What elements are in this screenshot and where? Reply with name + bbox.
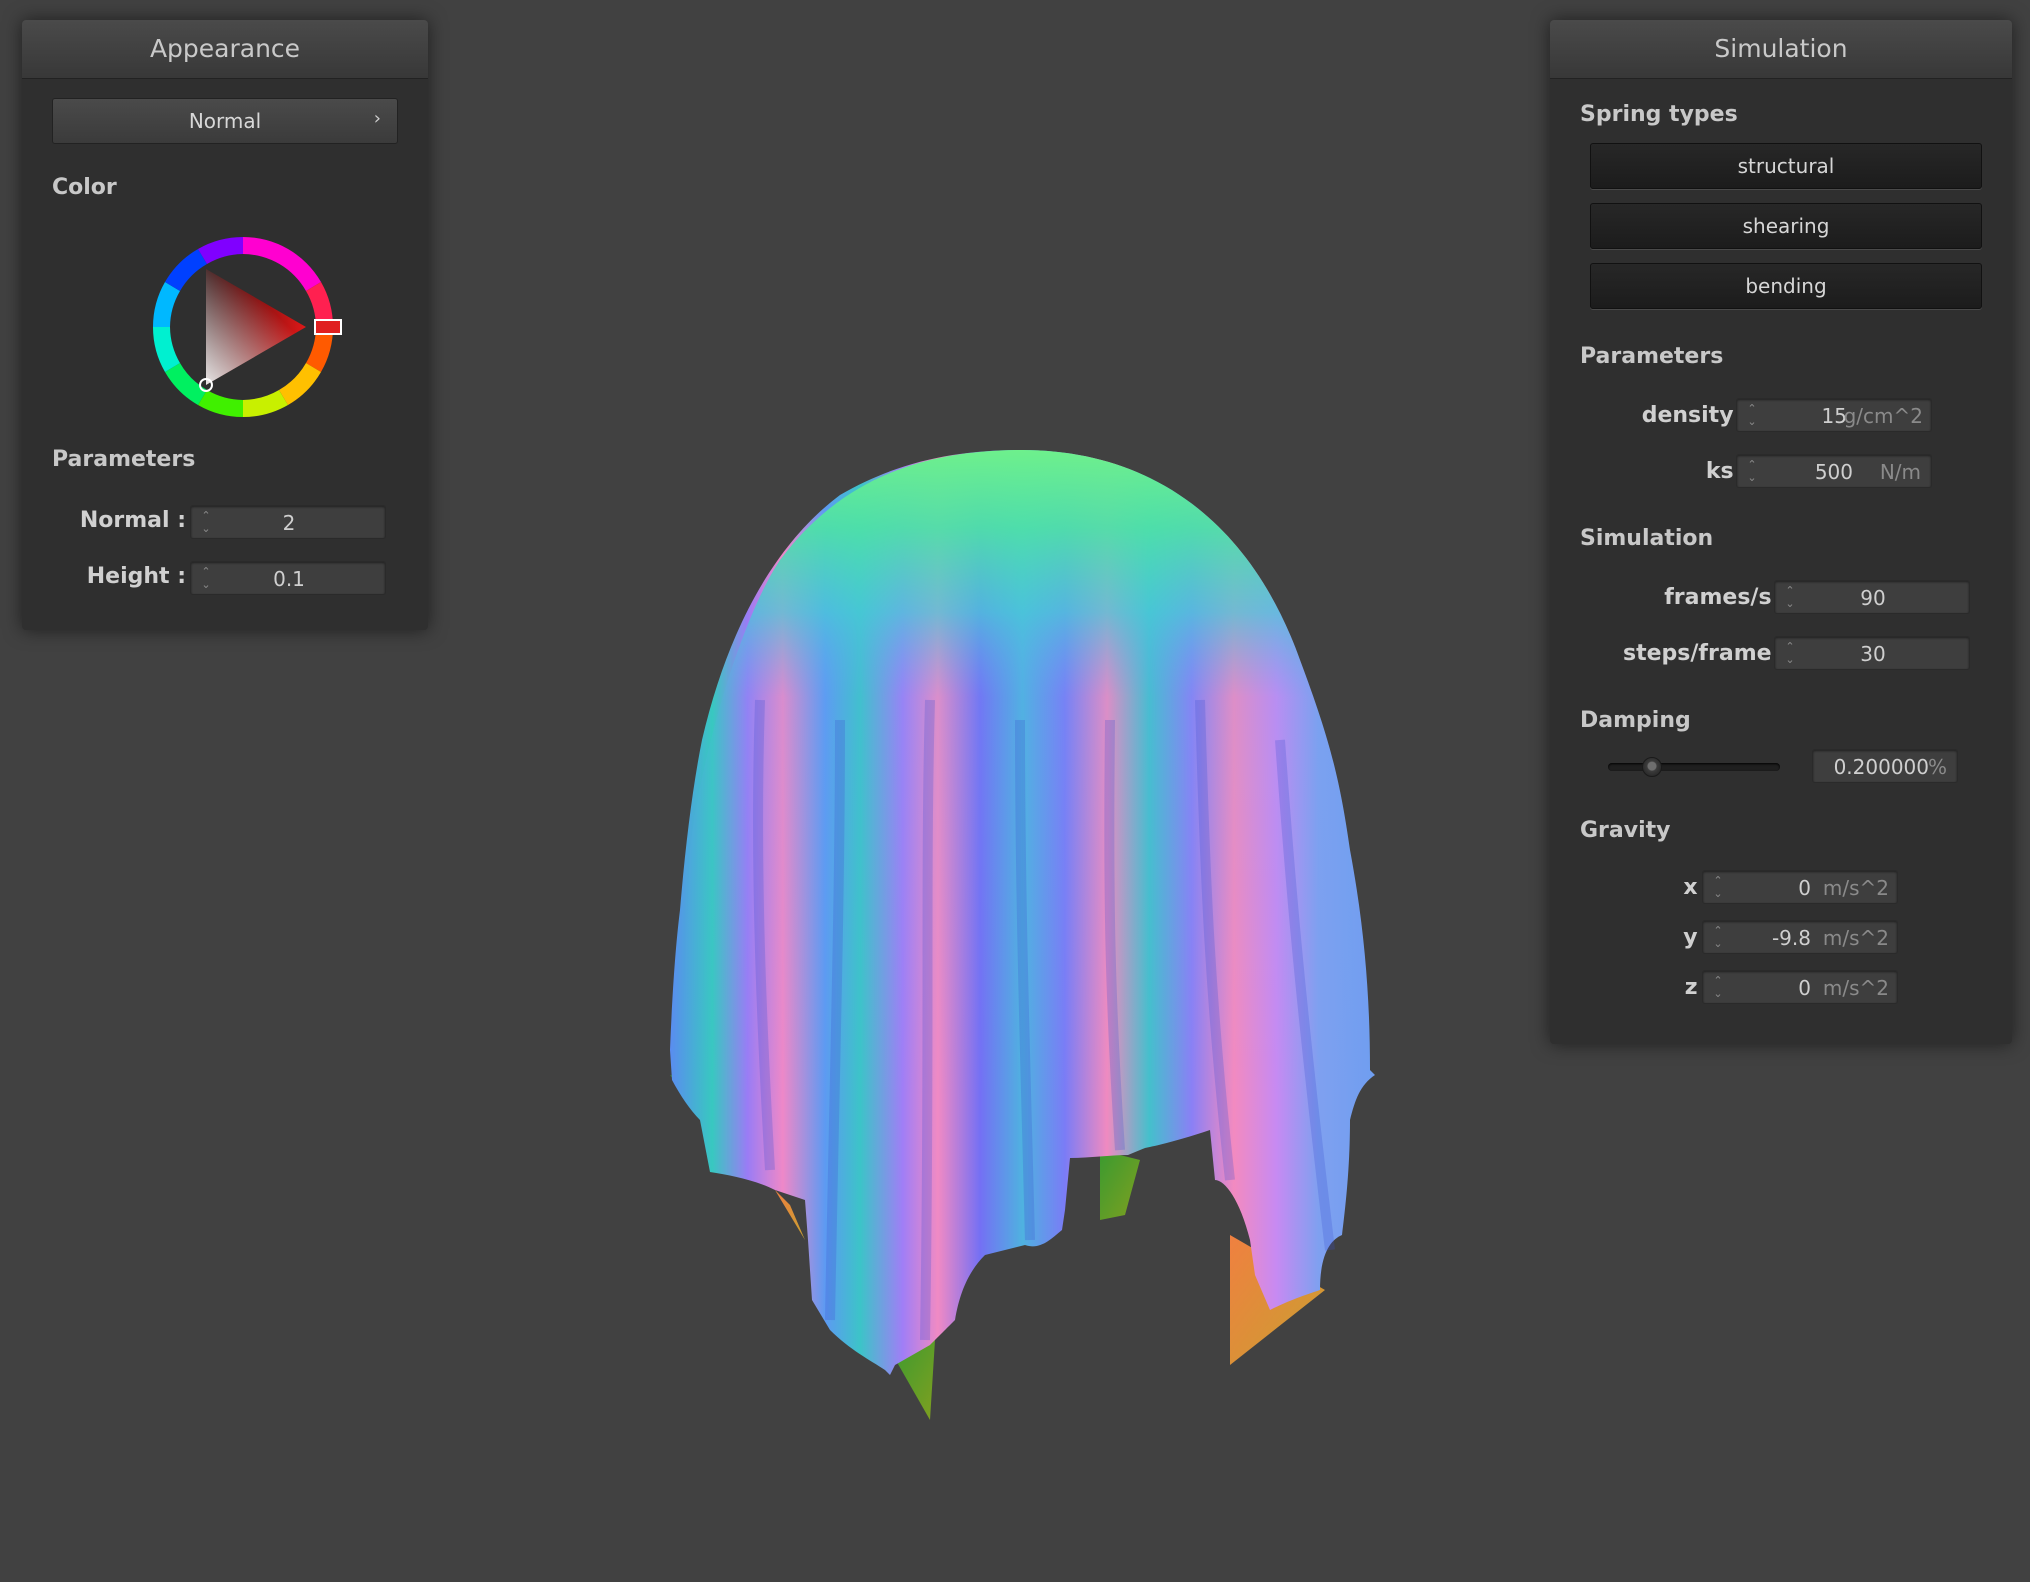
- parameters-label: Parameters: [1580, 344, 1724, 369]
- height-value: 0.1: [273, 567, 305, 591]
- gravity-label: Gravity: [1580, 818, 1671, 843]
- steps-value: 30: [1860, 642, 1886, 666]
- simulation-section-label: Simulation: [1580, 526, 1714, 551]
- structural-toggle[interactable]: structural: [1590, 143, 1982, 189]
- simulation-panel: Simulation Spring types structural shear…: [1550, 20, 2012, 1044]
- ks-spinbox[interactable]: ⌃ ⌄ 500 N/m: [1736, 454, 1932, 488]
- height-label: Height :: [86, 564, 186, 589]
- ks-unit: N/m: [1879, 460, 1921, 484]
- spin-arrows-icon[interactable]: ⌃ ⌄: [1711, 974, 1725, 1002]
- simulation-title: Simulation: [1550, 20, 2012, 79]
- spin-arrows-icon[interactable]: ⌃ ⌄: [1745, 458, 1759, 486]
- steps-spinbox[interactable]: ⌃ ⌄ 30: [1774, 636, 1970, 670]
- steps-label: steps/frame :: [1623, 641, 1788, 666]
- density-unit: g/cm^2: [1843, 404, 1923, 428]
- appearance-parameters-label: Parameters: [52, 447, 196, 472]
- color-label: Color: [52, 175, 117, 200]
- appearance-panel: Appearance Normal › Color Parameters Nor…: [22, 20, 428, 630]
- damping-value: 0.200000: [1833, 755, 1929, 779]
- shader-dropdown[interactable]: Normal ›: [52, 98, 398, 144]
- height-spinbox[interactable]: ⌃ ⌄ 0.1: [190, 561, 386, 595]
- normal-value: 2: [282, 511, 296, 535]
- gravity-z-spinbox[interactable]: ⌃ ⌄ 0 m/s^2: [1702, 970, 1898, 1004]
- appearance-title: Appearance: [22, 20, 428, 79]
- gravity-y-spinbox[interactable]: ⌃ ⌄ -9.8 m/s^2: [1702, 920, 1898, 954]
- spin-arrows-icon[interactable]: ⌃ ⌄: [1745, 402, 1759, 430]
- gravity-y-label: y :: [1683, 925, 1714, 950]
- ks-label: ks :: [1705, 459, 1750, 484]
- gravity-x-label: x :: [1683, 875, 1714, 900]
- hue-handle[interactable]: [314, 319, 342, 335]
- shearing-toggle[interactable]: shearing: [1590, 203, 1982, 249]
- color-wheel[interactable]: [143, 227, 343, 427]
- fps-spinbox[interactable]: ⌃ ⌄ 90: [1774, 580, 1970, 614]
- gravity-y-unit: m/s^2: [1822, 926, 1889, 950]
- normal-spinbox[interactable]: ⌃ ⌄ 2: [190, 505, 386, 539]
- gravity-x-spinbox[interactable]: ⌃ ⌄ 0 m/s^2: [1702, 870, 1898, 904]
- damping-unit: %: [1927, 755, 1947, 779]
- gravity-z-label: z :: [1684, 975, 1714, 1000]
- gravity-z-value: 0: [1798, 976, 1811, 1000]
- spin-arrows-icon[interactable]: ⌃ ⌄: [1711, 874, 1725, 902]
- slider-track: [1608, 763, 1780, 771]
- gravity-x-value: 0: [1798, 876, 1811, 900]
- slider-knob[interactable]: [1642, 757, 1662, 777]
- ks-value: 500: [1814, 460, 1853, 484]
- fps-label: frames/s :: [1664, 585, 1788, 610]
- gravity-y-value: -9.8: [1771, 926, 1811, 950]
- spin-arrows-icon[interactable]: ⌃ ⌄: [1711, 924, 1725, 952]
- spring-types-label: Spring types: [1580, 102, 1738, 127]
- damping-slider[interactable]: [1608, 757, 1780, 777]
- bending-toggle[interactable]: bending: [1590, 263, 1982, 309]
- shader-dropdown-value: Normal: [188, 109, 262, 133]
- gravity-z-unit: m/s^2: [1822, 976, 1889, 1000]
- damping-field[interactable]: 0.200000 %: [1812, 749, 1958, 783]
- density-label: density :: [1641, 403, 1750, 428]
- damping-label: Damping: [1580, 708, 1691, 733]
- gravity-x-unit: m/s^2: [1822, 876, 1889, 900]
- chevron-right-icon: ›: [373, 108, 381, 129]
- normal-label: Normal :: [79, 508, 186, 533]
- density-spinbox[interactable]: ⌃ ⌄ 15 g/cm^2: [1736, 398, 1932, 432]
- fps-value: 90: [1860, 586, 1886, 610]
